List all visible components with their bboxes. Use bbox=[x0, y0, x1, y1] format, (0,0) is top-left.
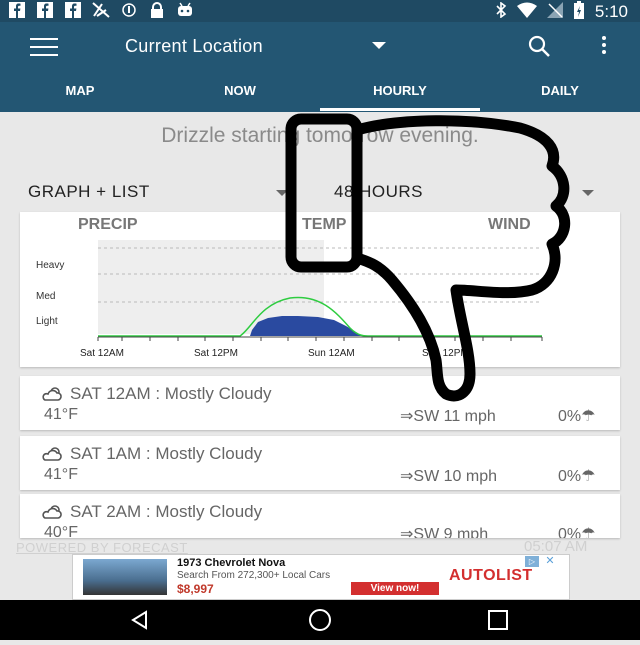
umbrella-icon: ☂ bbox=[581, 526, 596, 538]
lock-icon bbox=[148, 2, 166, 18]
wind-direction-icon: ⇒ bbox=[400, 408, 414, 425]
precip-graph: Heavy Med Light Sat 12AM Sat 12PM Sun 12… bbox=[36, 240, 543, 359]
hourly-temp: 41°F bbox=[44, 466, 78, 483]
mostly-cloudy-icon bbox=[42, 505, 62, 519]
facebook-icon bbox=[8, 2, 26, 18]
view-mode-dropdown-icon[interactable] bbox=[276, 190, 288, 196]
ad-choices-icon[interactable]: ▷ bbox=[525, 556, 539, 567]
wind-direction-icon: ⇒ bbox=[400, 468, 414, 485]
ad-subtitle: Search From 272,300+ Local Cars bbox=[177, 570, 331, 581]
hourly-wind: ⇒SW 10 mph bbox=[400, 468, 497, 485]
ad-title[interactable]: 1973 Chevrolet Nova bbox=[177, 557, 285, 569]
facebook-icon bbox=[64, 2, 82, 18]
hourly-temp: 40°F bbox=[44, 524, 78, 538]
x-label-sun-12pm: Sun 12PM bbox=[422, 348, 469, 359]
x-label-sat-12am: Sat 12AM bbox=[80, 348, 124, 359]
location-title[interactable]: Current Location bbox=[125, 36, 263, 57]
hourly-precip: 0%☂ bbox=[558, 408, 596, 425]
back-icon[interactable] bbox=[131, 610, 147, 630]
hourly-temp: 41°F bbox=[44, 406, 78, 423]
powered-by-link[interactable]: POWERED BY FORECAST bbox=[16, 540, 188, 555]
umbrella-icon: ☂ bbox=[581, 468, 596, 485]
search-icon[interactable] bbox=[527, 34, 551, 58]
ad-brand-logo[interactable]: AUTOLIST bbox=[449, 567, 533, 585]
mostly-cloudy-icon bbox=[42, 447, 62, 461]
wind-direction-icon: ⇒ bbox=[400, 526, 414, 538]
overflow-menu-icon[interactable] bbox=[600, 36, 608, 58]
hourly-wind: ⇒SW 11 mph bbox=[400, 408, 496, 425]
umbrella-icon: ☂ bbox=[581, 408, 596, 425]
mostly-cloudy-icon bbox=[42, 387, 62, 401]
android-icon bbox=[176, 2, 194, 18]
ad-view-now-button[interactable]: View now! bbox=[351, 582, 439, 595]
y-label-light: Light bbox=[36, 316, 58, 327]
hourly-row[interactable]: SAT 2AM : Mostly Cloudy 40°F ⇒SW 9 mph 0… bbox=[20, 494, 620, 538]
no-signal-icon bbox=[92, 2, 110, 18]
forecast-summary: Drizzle starting tomorrow evening. bbox=[161, 124, 479, 147]
x-label-sat-12pm: Sat 12PM bbox=[194, 348, 238, 359]
tab-hourly[interactable]: HOURLY bbox=[320, 70, 480, 112]
recents-icon[interactable] bbox=[488, 610, 508, 630]
location-dropdown-icon[interactable] bbox=[372, 42, 386, 49]
updated-time: 05:07 AM bbox=[524, 538, 588, 555]
hourly-precip: 0%☂ bbox=[558, 524, 595, 538]
hourly-title: SAT 2AM : Mostly Cloudy bbox=[70, 502, 263, 521]
vpn-icon bbox=[120, 2, 138, 18]
graph-card: PRECIP TEMP WIND Heavy Med Light Sat 12A… bbox=[20, 212, 620, 367]
tab-map[interactable]: MAP bbox=[0, 70, 160, 112]
ad-close-icon[interactable]: ✕ bbox=[543, 556, 557, 567]
battery-icon bbox=[573, 1, 585, 22]
range-dropdown-icon[interactable] bbox=[582, 190, 594, 196]
system-nav-bar bbox=[0, 600, 640, 640]
view-mode-select[interactable]: GRAPH + LIST bbox=[28, 182, 150, 202]
ad-car-image[interactable] bbox=[83, 559, 167, 595]
tab-bar: MAP NOW HOURLY DAILY bbox=[0, 70, 640, 112]
x-ticks bbox=[97, 337, 543, 341]
hourly-precip: 0%☂ bbox=[558, 468, 596, 485]
tab-daily[interactable]: DAILY bbox=[480, 70, 640, 112]
hourly-row[interactable]: SAT 12AM : Mostly Cloudy 41°F ⇒SW 11 mph… bbox=[20, 376, 620, 430]
ad-banner[interactable]: 1973 Chevrolet Nova Search From 272,300+… bbox=[72, 554, 570, 600]
hourly-title: SAT 1AM : Mostly Cloudy bbox=[70, 444, 263, 463]
y-label-med: Med bbox=[36, 291, 55, 302]
hourly-wind: ⇒SW 9 mph bbox=[400, 524, 488, 538]
status-time: 5:10 bbox=[594, 1, 628, 21]
signal-icon bbox=[546, 2, 563, 21]
app-bar: Current Location bbox=[0, 22, 640, 70]
active-tab-indicator bbox=[320, 108, 480, 111]
tab-now[interactable]: NOW bbox=[160, 70, 320, 112]
precip-area bbox=[250, 316, 362, 336]
hamburger-menu-icon[interactable] bbox=[30, 38, 58, 56]
y-label-heavy: Heavy bbox=[36, 260, 64, 271]
bluetooth-icon bbox=[495, 1, 507, 21]
hourly-title: SAT 12AM : Mostly Cloudy bbox=[70, 384, 272, 403]
facebook-icon bbox=[36, 2, 54, 18]
hourly-row[interactable]: SAT 1AM : Mostly Cloudy 41°F ⇒SW 10 mph … bbox=[20, 436, 620, 490]
home-icon[interactable] bbox=[309, 609, 331, 631]
status-bar: 5:10 bbox=[0, 0, 640, 22]
ad-price: $8,997 bbox=[177, 582, 214, 596]
range-select[interactable]: 48 HOURS bbox=[334, 182, 423, 202]
wifi-icon bbox=[516, 2, 537, 21]
x-label-sun-12am: Sun 12AM bbox=[308, 348, 355, 359]
